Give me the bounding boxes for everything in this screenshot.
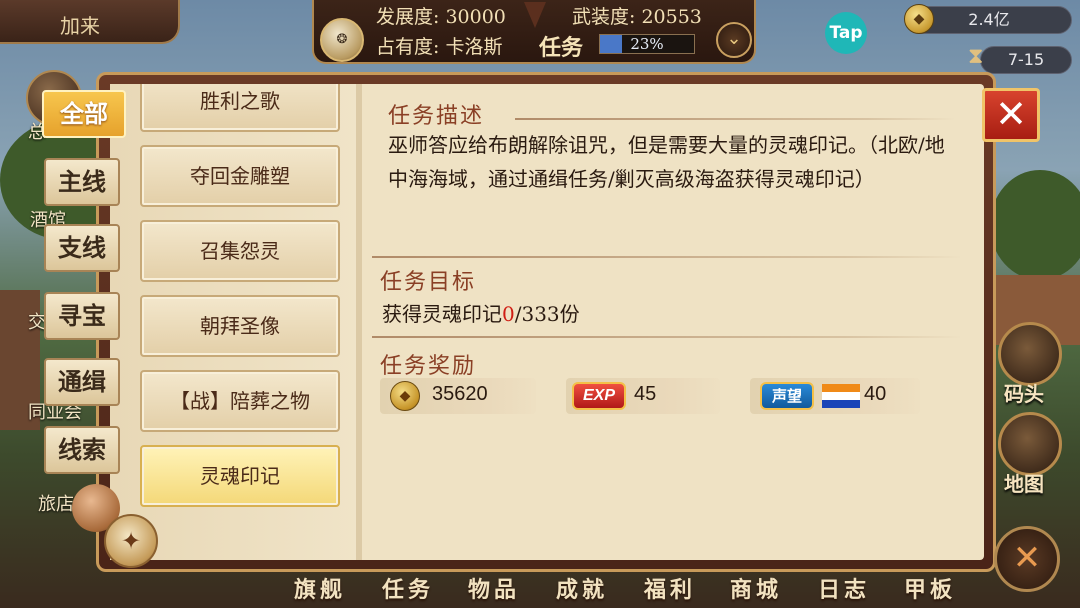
tab-all[interactable]: 全部 <box>42 90 126 138</box>
tab-clue[interactable]: 线索 <box>44 426 120 474</box>
goal-suffix: /333份 <box>514 302 580 326</box>
goal-title: 任务目标 <box>380 270 477 295</box>
quest-item-selected[interactable]: 灵魂印记 <box>140 445 340 507</box>
exp-icon: EXP <box>572 382 626 410</box>
occupancy-stat: 占有度: 卡洛斯 <box>376 36 503 58</box>
taptap-icon[interactable]: Tap <box>825 12 867 54</box>
nav-achievements[interactable]: 成就 <box>556 572 608 604</box>
description-text: 巫师答应给布朗解除诅咒，但是需要大量的灵魂印记。（北欧/地中海海域，通过通缉任务… <box>388 133 945 191</box>
nation-flag-icon <box>822 384 860 408</box>
task-progress-bar: 23% <box>599 34 695 54</box>
city-name: 加来 <box>60 14 100 38</box>
crossed-swords-icon[interactable]: ✕ <box>994 526 1060 592</box>
coin-icon: ◆ <box>390 381 420 411</box>
tab-wanted[interactable]: 通缉 <box>44 358 120 406</box>
bottom-nav: 旗舰 任务 物品 成就 福利 商城 日志 甲板 <box>270 570 990 608</box>
nav-flagship[interactable]: 旗舰 <box>294 572 346 604</box>
background-tree <box>990 170 1080 280</box>
reward-rep-value: 40 <box>864 383 887 405</box>
date-counter[interactable]: 7-15 <box>980 46 1072 74</box>
quest-item[interactable]: 【战】陪葬之物 <box>140 370 340 432</box>
reward-coins-value: 35620 <box>432 383 488 405</box>
development-stat: 发展度: 30000 <box>376 6 506 28</box>
nav-items[interactable]: 物品 <box>468 572 520 604</box>
quest-item[interactable]: 朝拜圣像 <box>140 295 340 357</box>
gold-amount: 2.4亿 <box>968 10 1010 29</box>
quest-item[interactable]: 胜利之歌 <box>140 84 340 132</box>
quest-item[interactable]: 夺回金雕塑 <box>140 145 340 207</box>
nav-tasks[interactable]: 任务 <box>382 572 434 604</box>
stats-bar[interactable]: ❂ 发展度: 30000 武装度: 20553 占有度: 卡洛斯 任务 23% … <box>312 0 756 64</box>
description-title: 任务描述 <box>388 104 485 129</box>
reputation-icon: 声望 <box>760 382 814 410</box>
tab-main[interactable]: 主线 <box>44 158 120 206</box>
task-progress-text: 23% <box>630 35 664 53</box>
quest-item[interactable]: 召集怨灵 <box>140 220 340 282</box>
nav-deck[interactable]: 甲板 <box>904 572 956 604</box>
compass-icon[interactable]: ✦ <box>104 514 158 568</box>
description-divider <box>515 118 955 120</box>
map-label: 地图 <box>1004 472 1044 496</box>
tab-side[interactable]: 支线 <box>44 224 120 272</box>
close-icon[interactable]: ✕ <box>982 88 1040 142</box>
nav-log[interactable]: 日志 <box>818 572 870 604</box>
nav-shop[interactable]: 商城 <box>730 572 782 604</box>
goal-current: 0 <box>502 302 515 326</box>
tab-treasure[interactable]: 寻宝 <box>44 292 120 340</box>
city-name-banner[interactable]: 加来 <box>0 0 180 44</box>
city-button-label: 旅店 <box>38 494 74 515</box>
armament-stat: 武装度: 20553 <box>572 6 702 28</box>
reward-title: 任务奖励 <box>380 354 477 379</box>
goal-prefix: 获得灵魂印记 <box>382 302 502 326</box>
section-divider <box>372 336 962 338</box>
date-value: 7-15 <box>1007 50 1045 69</box>
reward-exp-value: 45 <box>634 383 657 405</box>
dock-button[interactable] <box>998 322 1062 386</box>
section-divider <box>372 256 962 258</box>
gold-coin-icon: ◆ <box>904 4 934 34</box>
hourglass-icon: ⧗ <box>968 44 984 69</box>
task-label: 任务 <box>539 35 584 61</box>
goal-text: 获得灵魂印记0/333份 <box>382 298 580 327</box>
stats-divider <box>524 2 546 28</box>
chevron-down-icon[interactable]: ⌄ <box>716 22 752 58</box>
nation-seal-icon[interactable]: ❂ <box>320 18 364 62</box>
dock-label: 码头 <box>1004 382 1044 406</box>
map-button[interactable] <box>998 412 1062 476</box>
quest-list[interactable]: 胜利之歌 夺回金雕塑 召集怨灵 朝拜圣像 【战】陪葬之物 灵魂印记 <box>110 84 362 560</box>
nav-welfare[interactable]: 福利 <box>644 572 696 604</box>
quest-list-scrollbar[interactable] <box>356 84 362 560</box>
